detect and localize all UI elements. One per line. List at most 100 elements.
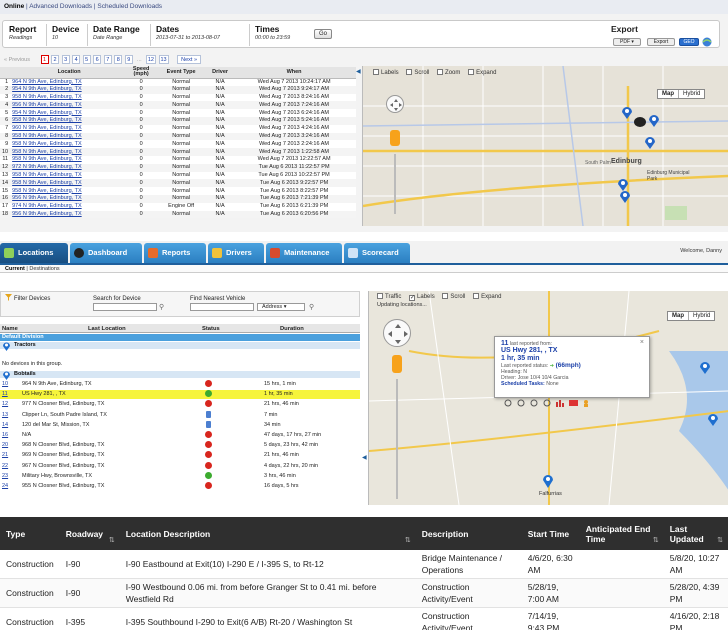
division-row[interactable]: Default Division [0, 334, 360, 341]
page-link[interactable]: 6 [93, 55, 102, 64]
column-header[interactable]: Last Location [88, 326, 126, 332]
device-id-link[interactable]: 20 [2, 441, 8, 450]
device-row[interactable]: 20 968 N Closner Blvd, Edinburg, TX 5 days… [0, 441, 360, 450]
prev-page-link[interactable]: « Previous [3, 56, 31, 65]
location-link[interactable]: 958 N 9th Ave, Edinburg, TX [10, 132, 129, 141]
search-icon[interactable]: ⚲ [309, 303, 314, 311]
device-row[interactable]: 24 955 N Closner Blvd, Edinburg, TX 16 day… [0, 482, 360, 491]
scroll-checkbox[interactable] [442, 293, 449, 299]
report-chart-icon[interactable] [555, 399, 566, 407]
expand-checkbox[interactable] [473, 293, 480, 299]
column-header[interactable]: Name [2, 326, 18, 332]
option-labels[interactable]: Labels [409, 294, 435, 301]
location-link[interactable]: 956 N 9th Ave, Edinburg, TX [10, 194, 129, 203]
filter-dates[interactable]: Dates 2013-07-31 to 2013-08-07 [152, 24, 250, 46]
location-link-text[interactable]: 960 N 9th Ave, Edinburg, TX [12, 125, 82, 131]
location-link[interactable]: 972 N 9th Ave, Edinburg, TX [10, 163, 129, 172]
table-row[interactable]: 5 954 N 9th Ave, Edinburg, TX 0 Normal N/A We… [0, 109, 356, 117]
page-link[interactable]: 3 [61, 55, 70, 64]
table-row[interactable]: Construction I-90 I-90 Eastbound at Exit(1… [0, 550, 728, 579]
filter-report[interactable]: Report Readings [5, 24, 47, 46]
sub-current[interactable]: Current [5, 266, 25, 272]
column-header[interactable]: Duration [280, 326, 304, 332]
table-row[interactable]: 1 964 N 9th Ave, Edinburg, TX 0 Normal N/A We… [0, 78, 356, 86]
table-row[interactable]: 18 956 N 9th Ave, Edinburg, TX 0 Normal N/A T… [0, 210, 356, 219]
table-row[interactable]: 6 958 N 9th Ave, Edinburg, TX 0 Normal N/A We… [0, 116, 356, 125]
zoom-level-icon[interactable] [529, 399, 540, 407]
table-row[interactable]: 14 958 N 9th Ave, Edinburg, TX 0 Normal N/A T… [0, 179, 356, 188]
vehicle-marker-icon[interactable] [541, 473, 555, 491]
column-header-start[interactable]: Start Time [521, 517, 580, 550]
column-header[interactable]: Speed (mph) [128, 67, 155, 79]
table-row[interactable]: 13 958 N 9th Ave, Edinburg, TX 0 Normal N/A T… [0, 172, 356, 180]
device-row[interactable]: 23 Military Hwy, Brownsville, TX 3 hrs, 46… [0, 471, 360, 481]
device-id-link[interactable]: 13 [2, 411, 8, 420]
option-traffic[interactable]: Traffic [377, 293, 401, 300]
location-link-text[interactable]: 958 N 9th Ave, Edinburg, TX [12, 149, 82, 155]
table-row[interactable]: 3 958 N 9th Ave, Edinburg, TX 0 Normal N/A We… [0, 94, 356, 102]
table-row[interactable]: Construction I-395 I-395 Southbound I-290 … [0, 607, 728, 630]
page-link[interactable]: 1 [40, 55, 49, 64]
device-id-link[interactable]: 16 [2, 431, 8, 440]
location-link-text[interactable]: 954 N 9th Ave, Edinburg, TX [12, 110, 82, 116]
map-marker-icon[interactable] [699, 361, 711, 377]
option-expand[interactable]: Expand [473, 293, 501, 300]
go-button[interactable]: Go [314, 29, 332, 39]
location-link-text[interactable]: 958 N 9th Ave, Edinburg, TX [12, 172, 82, 178]
location-link[interactable]: 958 N 9th Ave, Edinburg, TX [10, 187, 128, 195]
column-header-location[interactable]: Location Description ⇅ [119, 517, 416, 550]
table-row[interactable]: 12 972 N 9th Ave, Edinburg, TX 0 Normal N/A T… [0, 163, 356, 172]
device-row[interactable]: 16 N/A 47 days, 17 hrs, 27 min [0, 431, 360, 440]
column-header-description[interactable]: Description [415, 517, 522, 550]
search-device-input[interactable] [93, 303, 157, 311]
labels-checkbox[interactable] [409, 295, 416, 301]
location-link[interactable]: 958 N 9th Ave, Edinburg, TX [10, 172, 128, 180]
collapse-arrow-icon[interactable]: ◀ [362, 454, 367, 461]
device-row[interactable]: 10 964 N 9th Ave, Edinburg, TX 15 hrs, 1 m… [0, 380, 360, 389]
page-link[interactable]: 7 [103, 55, 112, 64]
column-header[interactable]: Driver [208, 67, 233, 79]
pan-control[interactable] [386, 95, 404, 113]
map-marker-icon[interactable] [633, 116, 647, 130]
table-row[interactable]: 7 960 N 9th Ave, Edinburg, TX 0 Normal N/A We… [0, 125, 356, 133]
map-view[interactable]: Labels Scroll Zoom Expand Map Hybrid Edi… [362, 66, 728, 226]
zoom-level-icon[interactable] [503, 399, 514, 407]
map-type-hybrid[interactable]: Hybrid [689, 312, 714, 320]
sort-icon[interactable]: ⇅ [653, 536, 659, 544]
filter-devices-link[interactable]: Filter Devices [14, 296, 50, 302]
device-id-link[interactable]: 10 [2, 380, 8, 389]
google-earth-icon[interactable] [701, 37, 713, 47]
location-link-text[interactable]: 956 N 9th Ave, Edinburg, TX [12, 102, 82, 108]
filter-device[interactable]: Device 10 [48, 24, 88, 46]
location-link-text[interactable]: 958 N 9th Ave, Edinburg, TX [12, 180, 82, 186]
option-scroll[interactable]: Scroll [442, 293, 465, 300]
device-row[interactable]: 22 967 N Closner Blvd, Edinburg, TX 4 days… [0, 461, 360, 471]
device-id-link[interactable]: 14 [2, 421, 8, 430]
location-link-text[interactable]: 954 N 9th Ave, Edinburg, TX [12, 86, 82, 92]
device-row[interactable]: 12 977 N Closner Blvd, Edinburg, TX 21 hrs… [0, 400, 360, 409]
location-link-text[interactable]: 958 N 9th Ave, Edinburg, TX [12, 133, 82, 139]
tab-drivers[interactable]: Drivers [208, 243, 264, 263]
location-link-text[interactable]: 958 N 9th Ave, Edinburg, TX [12, 141, 82, 147]
location-link[interactable]: 956 N 9th Ave, Edinburg, TX [10, 210, 129, 219]
tab-dashboard[interactable]: Dashboard [70, 243, 142, 263]
column-header-end[interactable]: Anticipated End Time ⇅ [579, 517, 664, 550]
device-id-link[interactable]: 21 [2, 451, 8, 460]
sub-destinations[interactable]: Destinations [29, 266, 59, 272]
location-link[interactable]: 958 N 9th Ave, Edinburg, TX [10, 179, 129, 188]
export-button[interactable]: Export [647, 38, 675, 46]
nav-online[interactable]: Online [4, 3, 24, 10]
column-header[interactable]: Status [202, 326, 220, 332]
table-row[interactable]: 15 958 N 9th Ave, Edinburg, TX 0 Normal N/A T… [0, 187, 356, 195]
group-row-bobtails[interactable]: Bobtails [0, 371, 360, 378]
table-row[interactable]: 2 954 N 9th Ave, Edinburg, TX 0 Normal N/A We… [0, 85, 356, 94]
option-zoom[interactable]: Zoom [437, 69, 460, 76]
geo-export-button[interactable]: GEO [679, 38, 699, 46]
zoom-checkbox[interactable] [437, 69, 444, 75]
nav-advanced-downloads[interactable]: Advanced Downloads [29, 3, 92, 10]
address-select[interactable]: Address ▾ [257, 303, 305, 311]
tab-reports[interactable]: Reports [144, 243, 206, 263]
street-view-pegman-icon[interactable] [392, 355, 402, 373]
device-id-link[interactable]: 24 [2, 482, 8, 491]
device-id-link[interactable]: 12 [2, 400, 8, 409]
